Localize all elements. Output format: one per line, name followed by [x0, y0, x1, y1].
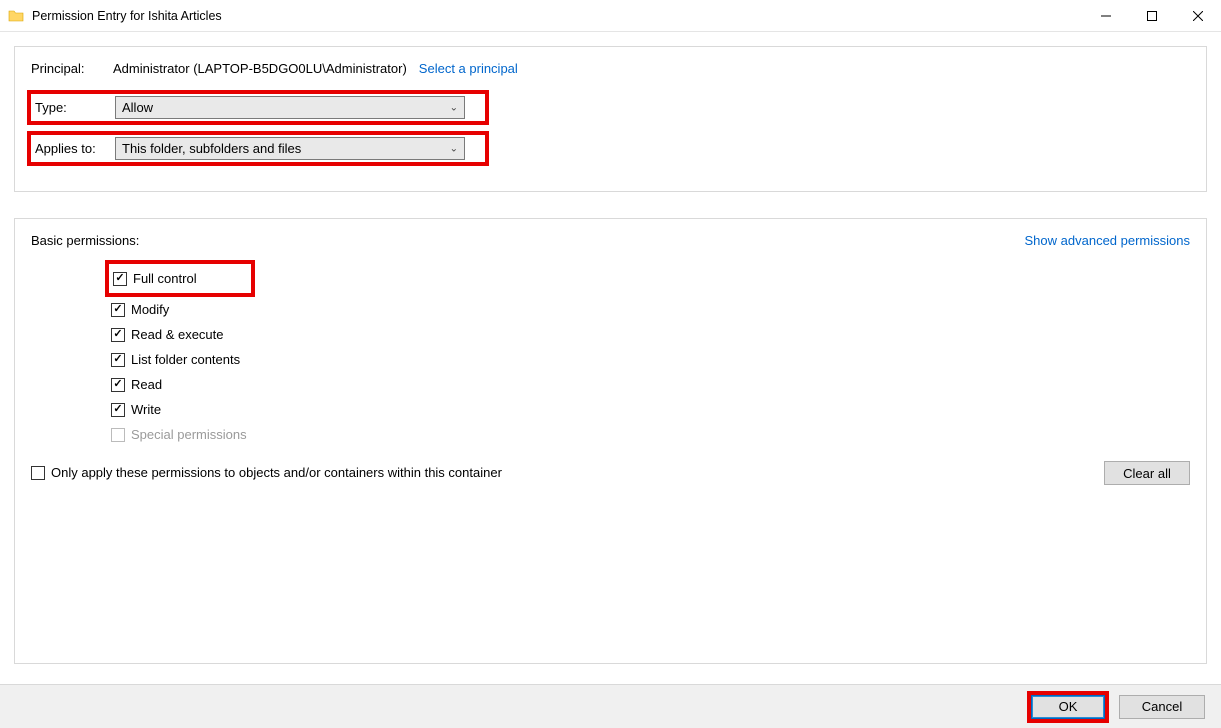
chevron-down-icon: ⌄ — [450, 143, 458, 154]
clear-all-button[interactable]: Clear all — [1104, 461, 1190, 485]
permission-item: Read — [111, 372, 1190, 397]
permission-checkbox[interactable] — [113, 272, 127, 286]
permission-label: Read & execute — [131, 327, 224, 342]
permission-highlight: Full control — [105, 260, 255, 297]
window-controls — [1083, 0, 1221, 31]
titlebar: Permission Entry for Ishita Articles — [0, 0, 1221, 32]
permission-label: Special permissions — [131, 427, 247, 442]
minimize-button[interactable] — [1083, 0, 1129, 31]
permission-checkbox[interactable] — [111, 328, 125, 342]
permission-checkbox[interactable] — [111, 353, 125, 367]
permissions-list: Full control Modify Read & execute List fol… — [111, 260, 1190, 447]
only-apply-checkbox[interactable] — [31, 466, 45, 480]
ok-button-highlight: OK — [1027, 691, 1109, 723]
close-button[interactable] — [1175, 0, 1221, 31]
cancel-button[interactable]: Cancel — [1119, 695, 1205, 719]
permission-item: Full control — [113, 266, 197, 291]
principal-label: Principal: — [31, 61, 109, 76]
select-principal-link[interactable]: Select a principal — [419, 61, 518, 76]
type-dropdown-value: Allow — [122, 100, 153, 115]
permission-label: Full control — [133, 271, 197, 286]
principal-row: Principal: Administrator (LAPTOP-B5DGO0L… — [31, 61, 1190, 76]
only-apply-row: Only apply these permissions to objects … — [31, 465, 1190, 480]
applies-dropdown[interactable]: This folder, subfolders and files ⌄ — [115, 137, 465, 160]
permission-item: Read & execute — [111, 322, 1190, 347]
permission-item: List folder contents — [111, 347, 1190, 372]
applies-row-highlight: Applies to: This folder, subfolders and … — [27, 131, 489, 166]
permission-item: Modify — [111, 297, 1190, 322]
principal-group: Principal: Administrator (LAPTOP-B5DGO0L… — [14, 46, 1207, 192]
permission-label: Modify — [131, 302, 169, 317]
permission-checkbox[interactable] — [111, 303, 125, 317]
only-apply-label: Only apply these permissions to objects … — [51, 465, 502, 480]
permission-item: Write — [111, 397, 1190, 422]
dialog-footer: OK Cancel — [0, 684, 1221, 728]
principal-value: Administrator (LAPTOP-B5DGO0LU\Administr… — [109, 61, 419, 76]
permission-label: List folder contents — [131, 352, 240, 367]
maximize-button[interactable] — [1129, 0, 1175, 31]
applies-dropdown-value: This folder, subfolders and files — [122, 141, 301, 156]
show-advanced-link[interactable]: Show advanced permissions — [1025, 233, 1190, 248]
permission-label: Write — [131, 402, 161, 417]
permission-checkbox[interactable] — [111, 378, 125, 392]
permission-checkbox[interactable] — [111, 403, 125, 417]
type-dropdown[interactable]: Allow ⌄ — [115, 96, 465, 119]
type-row-highlight: Type: Allow ⌄ — [27, 90, 489, 125]
permissions-group: Basic permissions: Show advanced permiss… — [14, 218, 1207, 664]
window-title: Permission Entry for Ishita Articles — [32, 9, 1083, 23]
permission-checkbox — [111, 428, 125, 442]
permission-item: Special permissions — [111, 422, 1190, 447]
applies-label: Applies to: — [33, 141, 115, 156]
permission-label: Read — [131, 377, 162, 392]
folder-icon — [8, 8, 24, 24]
ok-button[interactable]: OK — [1031, 695, 1105, 719]
basic-permissions-label: Basic permissions: — [31, 233, 139, 248]
type-label: Type: — [33, 100, 115, 115]
chevron-down-icon: ⌄ — [450, 102, 458, 113]
